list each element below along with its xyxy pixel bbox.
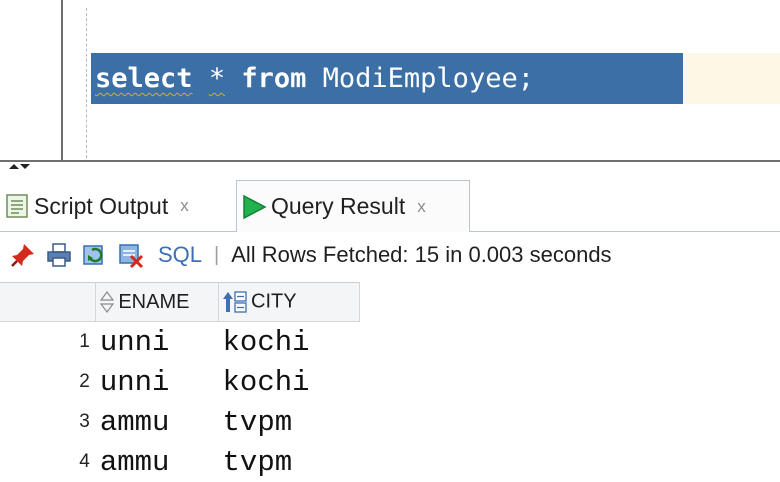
close-icon[interactable]: x — [180, 196, 189, 216]
pane-splitter[interactable] — [0, 160, 780, 174]
sql-editor[interactable]: select * from ModiEmployee; — [0, 0, 780, 160]
tab-script-output[interactable]: Script Output x — [6, 180, 234, 232]
column-header-ename[interactable]: ENAME — [95, 282, 220, 322]
refresh-icon[interactable] — [82, 242, 108, 268]
sql-statement-selected[interactable]: select * from ModiEmployee; — [91, 53, 683, 104]
print-icon[interactable] — [46, 242, 72, 268]
sort-updown-icon — [100, 291, 115, 314]
table-row[interactable]: 4 ammu tvpm — [0, 442, 360, 482]
query-result-grid: ENAME CITY 1 unni kochi 2 unni kochi 3 a… — [0, 282, 360, 482]
results-toolbar: SQL | All Rows Fetched: 15 in 0.003 seco… — [0, 232, 780, 278]
cell-city[interactable]: kochi — [219, 362, 360, 402]
tab-script-output-label: Script Output — [34, 192, 169, 219]
close-icon[interactable]: x — [417, 197, 426, 217]
current-line-highlight — [683, 53, 780, 104]
fetch-status-text: All Rows Fetched: 15 in 0.003 seconds — [231, 242, 612, 267]
sql-button[interactable]: SQL — [158, 242, 202, 268]
toolbar-separator: | — [214, 243, 220, 266]
grid-header-row: ENAME CITY — [0, 282, 360, 322]
cell-ename[interactable]: ammu — [96, 442, 219, 482]
cell-city[interactable]: tvpm — [219, 442, 360, 482]
column-header-city[interactable]: CITY — [218, 282, 360, 322]
cell-ename[interactable]: unni — [96, 322, 219, 363]
row-number: 1 — [79, 331, 90, 352]
star-token: * — [208, 63, 226, 94]
column-header-ename-label: ENAME — [118, 290, 190, 313]
cell-ename[interactable]: unni — [96, 362, 219, 402]
editor-gutter-divider — [61, 0, 63, 160]
cell-city[interactable]: tvpm — [219, 402, 360, 442]
splitter-arrows-icon[interactable] — [8, 162, 32, 172]
tab-query-result-label: Query Result — [271, 193, 406, 219]
table-row[interactable]: 3 ammu tvpm — [0, 402, 360, 442]
clear-icon[interactable] — [118, 242, 144, 268]
table-name-token: ModiEmployee; — [322, 63, 534, 94]
row-number-header — [0, 282, 97, 322]
cell-ename[interactable]: ammu — [96, 402, 219, 442]
table-row[interactable]: 1 unni kochi — [0, 322, 360, 363]
pin-icon[interactable] — [10, 242, 36, 268]
table-row[interactable]: 2 unni kochi — [0, 362, 360, 402]
row-number: 2 — [79, 371, 90, 392]
row-number: 4 — [79, 451, 90, 472]
keyword-select: select — [95, 63, 193, 94]
run-icon — [243, 194, 267, 219]
script-output-icon — [6, 194, 28, 218]
row-number: 3 — [79, 411, 90, 432]
tab-query-result[interactable]: Query Result x — [236, 180, 470, 232]
sort-az-icon — [223, 291, 247, 313]
results-tab-strip: Script Output x Query Result x — [0, 174, 780, 232]
keyword-from: from — [241, 63, 307, 94]
cell-city[interactable]: kochi — [219, 322, 360, 363]
editor-fold-guide — [86, 8, 87, 158]
column-header-city-label: CITY — [251, 290, 297, 313]
